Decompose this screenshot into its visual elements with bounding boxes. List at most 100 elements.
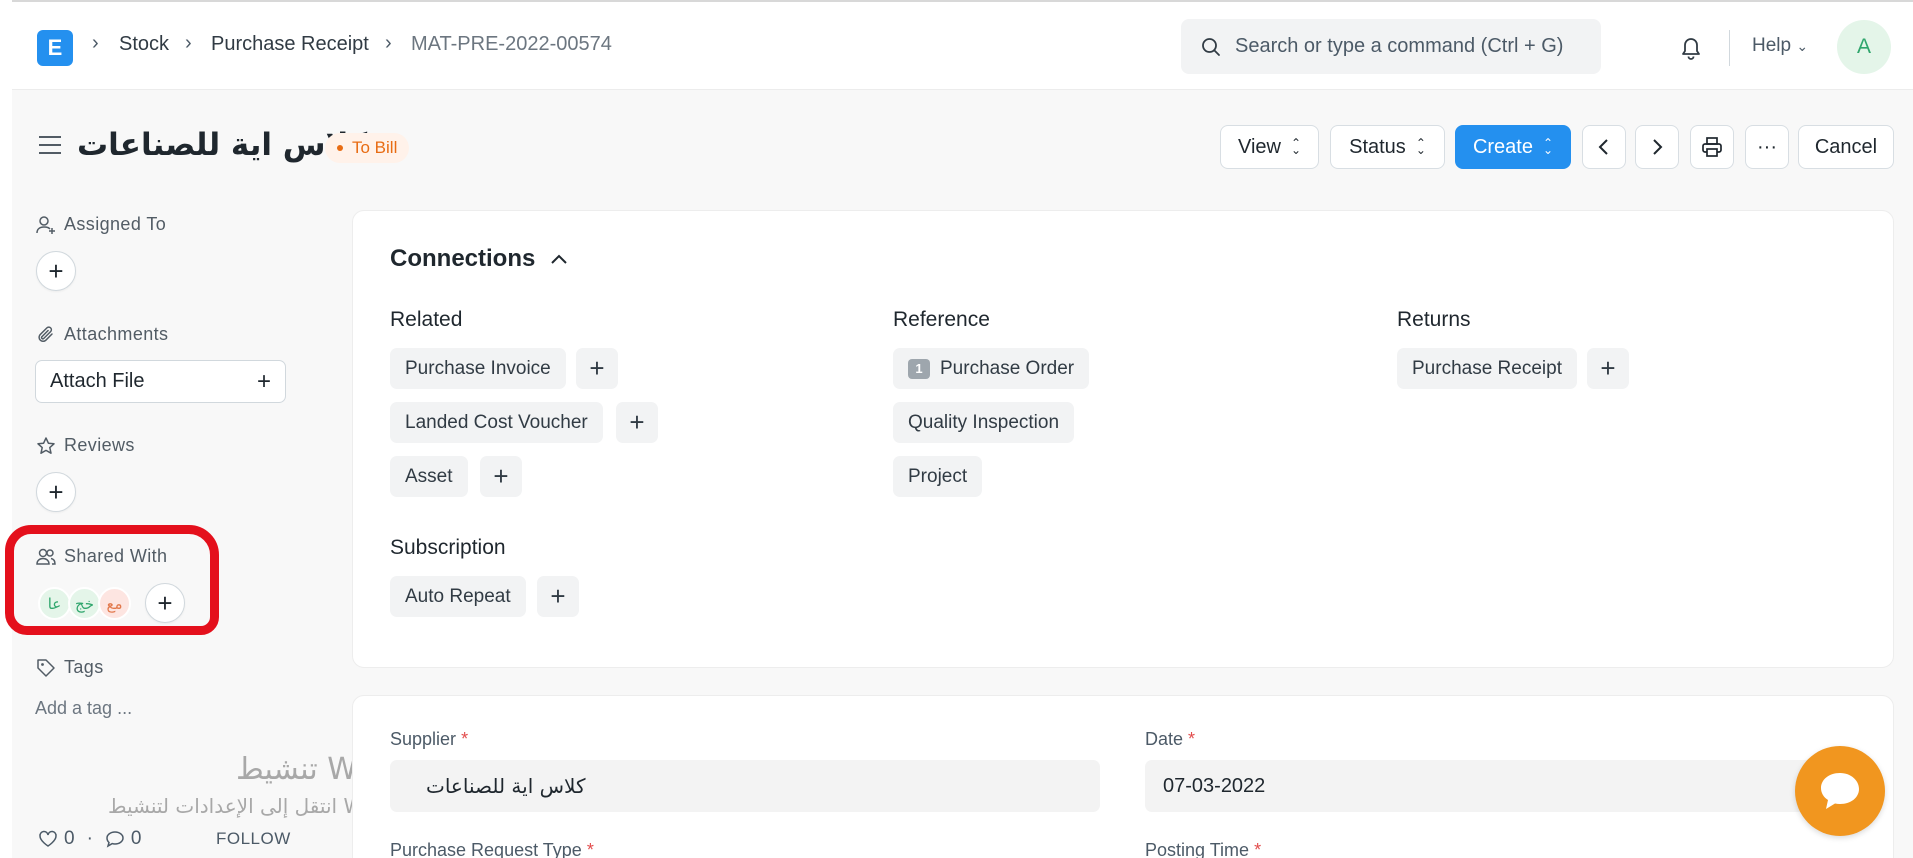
sort-icon: ⌃ ⌄ bbox=[1415, 136, 1426, 157]
related-group-title: Related bbox=[390, 308, 463, 331]
link-purchase-invoice[interactable]: Purchase Invoice bbox=[390, 348, 566, 389]
chip-label: Asset bbox=[405, 465, 453, 487]
count-badge: 1 bbox=[908, 358, 930, 379]
plus-icon: + bbox=[493, 461, 509, 491]
heart-icon[interactable] bbox=[38, 830, 58, 848]
chat-button[interactable] bbox=[1795, 746, 1885, 836]
link-purchase-receipt-return[interactable]: Purchase Receipt bbox=[1397, 348, 1577, 389]
view-label: View bbox=[1237, 135, 1281, 158]
navbar: E › Stock › Purchase Receipt › MAT-PRE-2… bbox=[12, 2, 1913, 90]
link-purchase-order[interactable]: 1 Purchase Order bbox=[893, 348, 1090, 389]
chevron-right-icon: › bbox=[385, 32, 392, 54]
help-label: Help bbox=[1752, 35, 1792, 56]
likes-count: 0 bbox=[64, 828, 75, 849]
supplier-label: Supplier * bbox=[390, 729, 468, 750]
left-strip bbox=[0, 0, 12, 858]
chip-label: Quality Inspection bbox=[908, 411, 1060, 433]
breadcrumb-stock[interactable]: Stock bbox=[119, 33, 169, 56]
app-logo[interactable]: E bbox=[37, 30, 73, 66]
user-plus-icon bbox=[36, 215, 55, 234]
search-input[interactable] bbox=[1235, 31, 1585, 61]
date-field[interactable]: 07-03-2022 bbox=[1145, 760, 1825, 812]
plus-icon: + bbox=[256, 367, 271, 395]
add-auto-repeat-button[interactable]: + bbox=[537, 576, 579, 617]
add-landed-cost-voucher-button[interactable]: + bbox=[616, 402, 658, 443]
status-label: To Bill bbox=[352, 138, 398, 157]
chevron-right-icon: › bbox=[92, 32, 99, 54]
cancel-label: Cancel bbox=[1814, 135, 1878, 158]
user-avatar[interactable]: A bbox=[1837, 20, 1891, 74]
purchase-request-type-label: Purchase Request Type * bbox=[390, 840, 594, 858]
sort-icon: ⌃ ⌄ bbox=[1290, 136, 1302, 157]
subscription-group-title: Subscription bbox=[390, 536, 506, 559]
create-label: Create bbox=[1472, 135, 1533, 158]
bell-icon[interactable] bbox=[1677, 33, 1705, 61]
required-mark: * bbox=[586, 840, 594, 858]
chevron-right-icon: › bbox=[185, 32, 192, 54]
search-icon bbox=[1202, 38, 1220, 56]
add-assignee-button[interactable]: + bbox=[36, 251, 76, 291]
purchase-request-type-label-text: Purchase Request Type bbox=[390, 840, 582, 858]
create-button[interactable]: Create ⌃ ⌄ bbox=[1455, 125, 1571, 169]
help-dropdown[interactable]: Help ⌄ bbox=[1752, 35, 1808, 57]
link-landed-cost-voucher[interactable]: Landed Cost Voucher bbox=[390, 402, 603, 443]
link-asset[interactable]: Asset bbox=[390, 456, 468, 497]
add-tag-link[interactable]: Add a tag ... bbox=[35, 698, 132, 719]
plus-icon: + bbox=[550, 581, 566, 611]
plus-icon: + bbox=[48, 476, 64, 507]
chip-label: Auto Repeat bbox=[405, 585, 511, 607]
attachments-label: Attachments bbox=[64, 324, 169, 344]
tags-heading: Tags bbox=[36, 657, 104, 678]
sort-icon: ⌃ ⌄ bbox=[1542, 136, 1554, 157]
link-project[interactable]: Project bbox=[893, 456, 983, 497]
previous-button[interactable] bbox=[1582, 125, 1626, 169]
required-mark: * bbox=[461, 729, 469, 749]
date-label-text: Date bbox=[1145, 729, 1184, 749]
link-auto-repeat[interactable]: Auto Repeat bbox=[390, 576, 526, 617]
date-label: Date * bbox=[1145, 729, 1195, 750]
chat-bubble-icon bbox=[1821, 773, 1859, 809]
tag-icon bbox=[37, 658, 55, 677]
connections-heading[interactable]: Connections bbox=[390, 245, 569, 273]
next-button[interactable] bbox=[1635, 125, 1679, 169]
chip-label: Purchase Receipt bbox=[1412, 357, 1562, 379]
star-icon bbox=[37, 436, 55, 454]
assigned-to-heading: Assigned To bbox=[36, 214, 166, 235]
cancel-button[interactable]: Cancel bbox=[1798, 125, 1894, 169]
supplier-label-text: Supplier bbox=[390, 729, 457, 749]
chip-label: Purchase Order bbox=[940, 357, 1075, 379]
required-mark: * bbox=[1254, 840, 1262, 858]
link-quality-inspection[interactable]: Quality Inspection bbox=[893, 402, 1075, 443]
reviews-heading: Reviews bbox=[36, 435, 135, 456]
ellipsis-icon: ··· bbox=[1757, 135, 1777, 158]
breadcrumb-document[interactable]: MAT-PRE-2022-00574 bbox=[411, 33, 612, 56]
supplier-field[interactable]: كلاس اية للصناعات bbox=[390, 760, 1100, 812]
comment-icon[interactable] bbox=[105, 830, 125, 848]
follow-button[interactable]: FOLLOW bbox=[216, 829, 291, 849]
status-button-label: Status bbox=[1349, 135, 1406, 158]
returns-group-title: Returns bbox=[1397, 308, 1471, 331]
posting-time-label: Posting Time * bbox=[1145, 840, 1261, 858]
more-button[interactable]: ··· bbox=[1745, 125, 1789, 169]
tags-label: Tags bbox=[64, 657, 104, 677]
breadcrumb-purchase-receipt[interactable]: Purchase Receipt bbox=[211, 33, 369, 56]
search-bar[interactable] bbox=[1181, 19, 1601, 74]
attach-file-button[interactable]: Attach File + bbox=[35, 360, 286, 403]
sidebar-stats: 0 · 0 bbox=[38, 828, 141, 850]
add-purchase-receipt-return-button[interactable]: + bbox=[1587, 348, 1629, 389]
connections-title: Connections bbox=[390, 245, 536, 272]
plus-icon: + bbox=[48, 255, 64, 286]
status-button[interactable]: Status ⌃ ⌄ bbox=[1330, 125, 1445, 169]
add-asset-button[interactable]: + bbox=[480, 456, 522, 497]
reviews-label: Reviews bbox=[64, 435, 135, 455]
attachments-heading: Attachments bbox=[36, 324, 168, 345]
chip-label: Project bbox=[908, 465, 968, 487]
add-review-button[interactable]: + bbox=[36, 472, 76, 512]
reference-group-title: Reference bbox=[893, 308, 990, 331]
menu-icon[interactable] bbox=[38, 135, 62, 155]
supplier-value: كلاس اية للصناعات bbox=[426, 774, 586, 798]
printer-icon bbox=[1702, 137, 1722, 157]
view-button[interactable]: View ⌃ ⌄ bbox=[1220, 125, 1319, 169]
print-button[interactable] bbox=[1690, 125, 1734, 169]
add-purchase-invoice-button[interactable]: + bbox=[576, 348, 618, 389]
